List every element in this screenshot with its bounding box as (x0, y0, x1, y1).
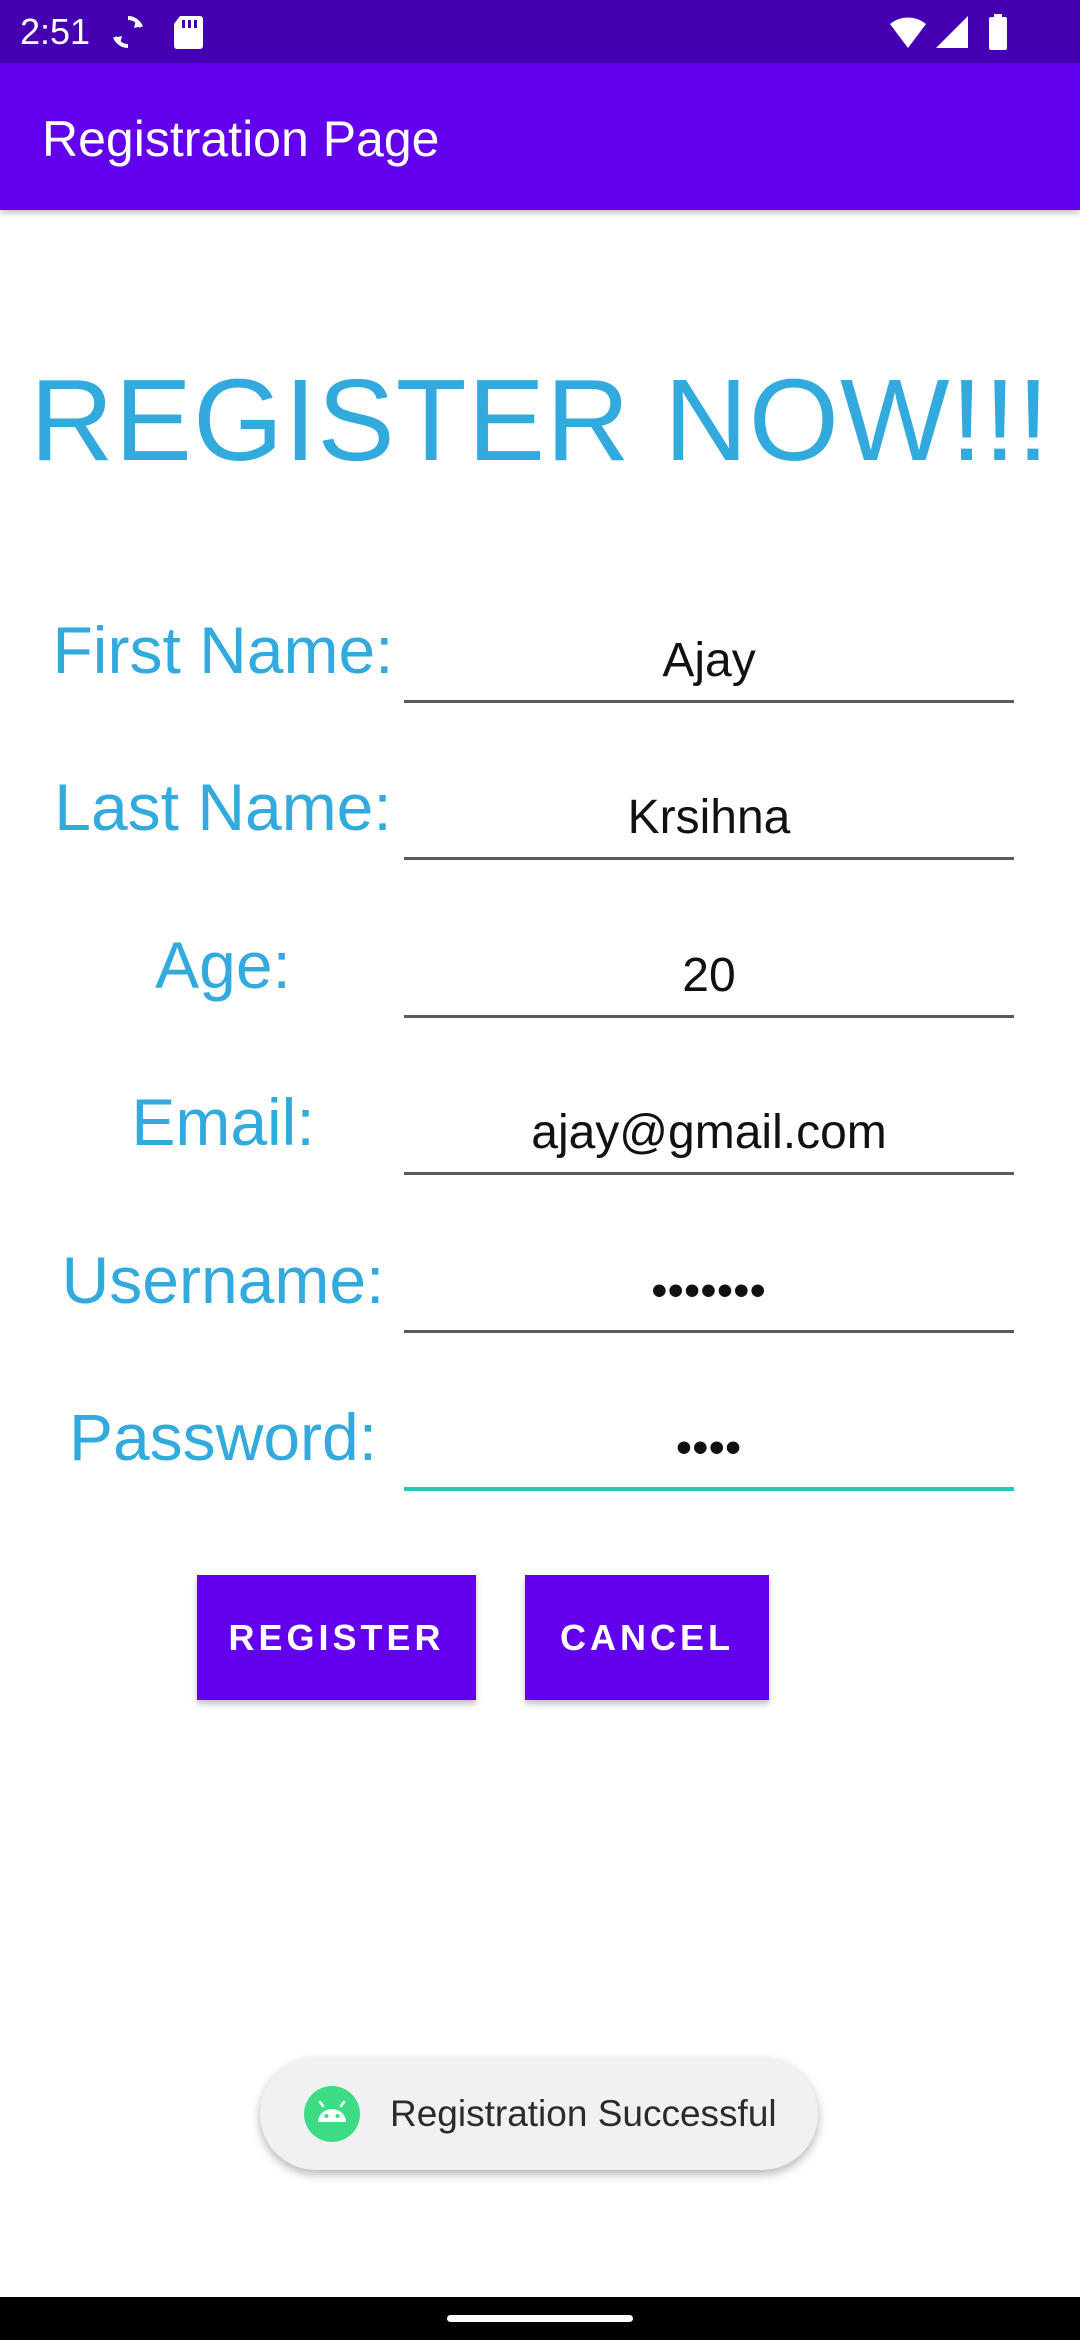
first-name-label: First Name: (52, 613, 394, 687)
home-gesture-handle[interactable] (447, 2315, 633, 2322)
sync-icon (113, 16, 143, 48)
age-field[interactable]: 20 (404, 935, 1014, 1018)
password-label: Password: (68, 1400, 378, 1474)
cancel-button[interactable]: CANCEL (525, 1575, 769, 1700)
toast-message: Registration Successful (260, 2058, 818, 2170)
sd-card-icon (174, 16, 203, 49)
email-value: ajay@gmail.com (531, 1106, 887, 1159)
status-bar: 2:51 (0, 0, 1080, 63)
battery-icon (989, 14, 1007, 50)
last-name-field[interactable]: Krsihna (404, 777, 1014, 860)
email-label: Email: (131, 1085, 315, 1159)
app-bar: Registration Page (0, 63, 1080, 210)
email-field[interactable]: ajay@gmail.com (404, 1092, 1014, 1175)
toast-text: Registration Successful (390, 2093, 777, 2134)
wifi-icon (890, 17, 926, 48)
last-name-value: Krsihna (627, 791, 791, 844)
age-label: Age: (155, 928, 291, 1002)
page-heading: REGISTER NOW!!! (29, 355, 1051, 485)
username-value: ••••••• (651, 1266, 767, 1315)
password-value: •••• (676, 1423, 742, 1472)
username-field[interactable]: ••••••• (404, 1250, 1014, 1333)
navigation-bar (0, 2297, 1080, 2340)
last-name-label: Last Name: (54, 770, 392, 844)
register-button[interactable]: REGISTER (197, 1575, 476, 1700)
first-name-value: Ajay (662, 634, 756, 687)
android-icon (304, 2086, 360, 2142)
first-name-field[interactable]: Ajay (404, 620, 1014, 703)
username-label: Username: (61, 1243, 385, 1317)
registration-screen: 2:51 Registration Page REGISTER NOW!!! F… (0, 0, 1080, 2340)
password-field[interactable]: •••• (404, 1407, 1014, 1491)
status-time: 2:51 (20, 11, 91, 52)
app-title: Registration Page (42, 111, 440, 167)
signal-icon (936, 16, 968, 48)
age-value: 20 (682, 949, 736, 1002)
